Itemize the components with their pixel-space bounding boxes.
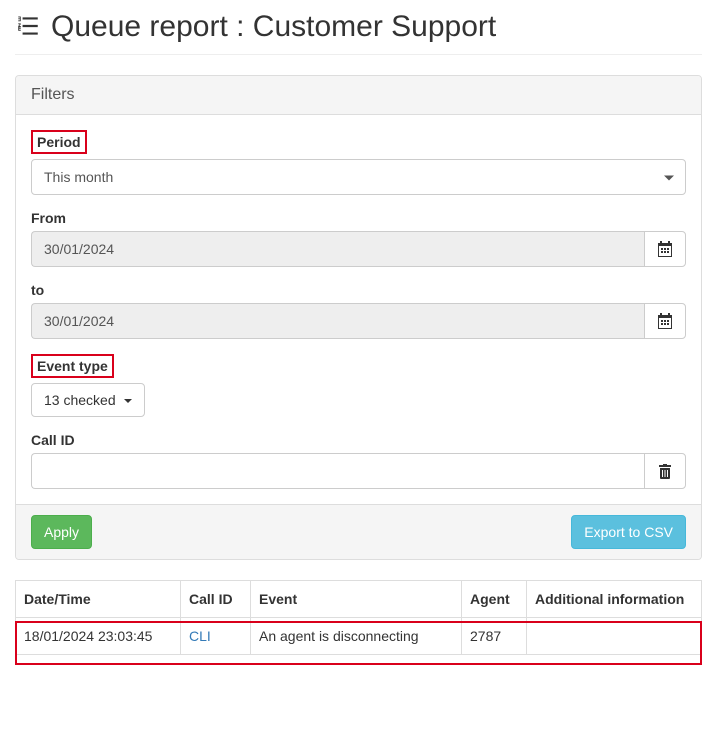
col-agent: Agent — [462, 581, 527, 618]
col-additional: Additional information — [527, 581, 702, 618]
table-header-row: Date/Time Call ID Event Agent Additional… — [16, 581, 702, 618]
to-calendar-button[interactable] — [644, 303, 686, 339]
page-header: Queue report : Customer Support — [15, 10, 702, 55]
results-table: Date/Time Call ID Event Agent Additional… — [15, 580, 702, 655]
calendar-icon — [657, 241, 673, 257]
from-input-group — [31, 231, 686, 267]
calendar-icon — [657, 313, 673, 329]
event-type-group: Event type 13 checked — [31, 354, 686, 417]
cell-agent: 2787 — [462, 618, 527, 655]
col-event: Event — [251, 581, 462, 618]
from-group: From — [31, 210, 686, 267]
filters-panel-heading: Filters — [16, 76, 701, 115]
trash-icon — [657, 463, 673, 479]
period-label: Period — [31, 130, 87, 154]
call-id-link[interactable]: CLI — [189, 628, 211, 644]
from-label: From — [31, 210, 66, 226]
period-select[interactable]: This month — [31, 159, 686, 195]
from-input[interactable] — [31, 231, 644, 267]
filters-panel-body: Period This month From to — [16, 115, 701, 504]
to-group: to — [31, 282, 686, 339]
period-select-wrap: This month — [31, 159, 686, 195]
numbered-list-icon — [15, 13, 41, 42]
cell-call-id: CLI — [181, 618, 251, 655]
call-id-input[interactable] — [31, 453, 644, 489]
call-id-clear-button[interactable] — [644, 453, 686, 489]
apply-button[interactable]: Apply — [31, 515, 92, 549]
event-type-dropdown[interactable]: 13 checked — [31, 383, 145, 417]
export-csv-button[interactable]: Export to CSV — [571, 515, 686, 549]
period-group: Period This month — [31, 130, 686, 195]
filters-panel: Filters Period This month From to — [15, 75, 702, 560]
cell-additional — [527, 618, 702, 655]
cell-datetime: 18/01/2024 23:03:45 — [16, 618, 181, 655]
from-calendar-button[interactable] — [644, 231, 686, 267]
results-table-wrap: Date/Time Call ID Event Agent Additional… — [15, 580, 702, 655]
table-row: 18/01/2024 23:03:45 CLI An agent is disc… — [16, 618, 702, 655]
page-title: Queue report : Customer Support — [51, 10, 496, 44]
col-call-id: Call ID — [181, 581, 251, 618]
call-id-group: Call ID — [31, 432, 686, 489]
cell-event: An agent is disconnecting — [251, 618, 462, 655]
col-datetime: Date/Time — [16, 581, 181, 618]
to-label: to — [31, 282, 44, 298]
event-type-value: 13 checked — [44, 392, 116, 408]
caret-down-icon — [124, 399, 132, 403]
event-type-label: Event type — [31, 354, 114, 378]
to-input-group — [31, 303, 686, 339]
filters-panel-footer: Apply Export to CSV — [16, 504, 701, 559]
to-input[interactable] — [31, 303, 644, 339]
call-id-input-group — [31, 453, 686, 489]
call-id-label: Call ID — [31, 432, 75, 448]
